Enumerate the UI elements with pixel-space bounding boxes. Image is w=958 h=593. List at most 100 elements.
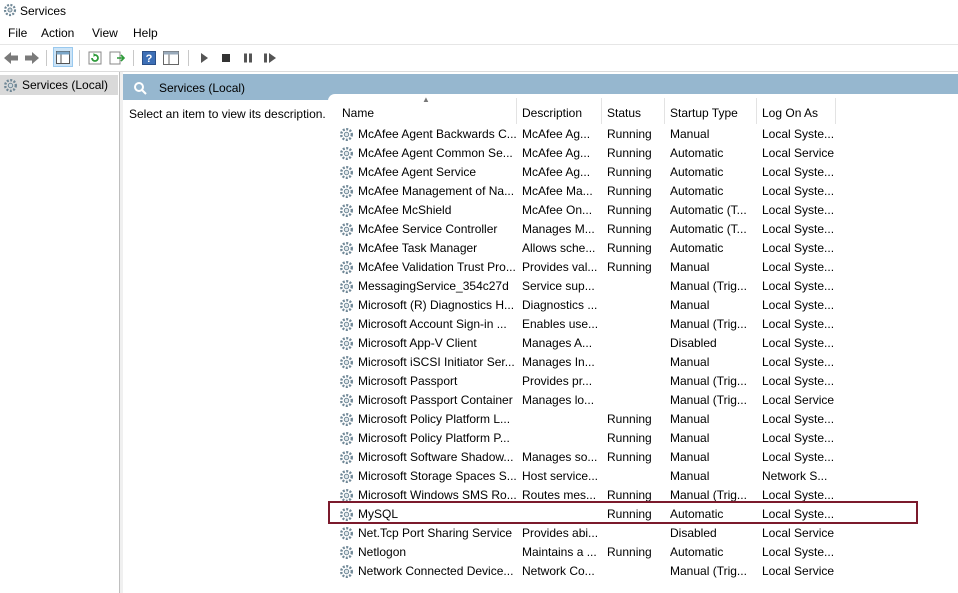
service-name: Microsoft Account Sign-in ... (358, 317, 507, 331)
service-logon-as: Local Syste... (762, 127, 835, 141)
service-row[interactable]: Microsoft Passport Container Manages lo..… (328, 391, 958, 410)
service-startup-type: Disabled (670, 336, 717, 350)
service-row[interactable]: McAfee Service Controller Manages M... Run… (328, 220, 958, 239)
service-status: Running (607, 260, 652, 274)
service-gear-icon (339, 146, 354, 164)
column-header-status[interactable]: Status (607, 106, 641, 120)
service-gear-icon (339, 469, 354, 487)
show-hide-tree-icon[interactable] (53, 47, 73, 67)
service-row[interactable]: Microsoft Policy Platform L... Running Man… (328, 410, 958, 429)
start-icon[interactable] (195, 49, 213, 67)
svg-text:?: ? (146, 53, 153, 65)
service-status: Running (607, 488, 652, 502)
column-header-name[interactable]: Name (342, 106, 374, 120)
service-row[interactable]: McAfee Agent Backwards C... McAfee Ag... R… (328, 125, 958, 144)
service-logon-as: Local Syste... (762, 412, 835, 426)
menu-action[interactable]: Action (41, 26, 74, 40)
service-logon-as: Local Syste... (762, 355, 835, 369)
service-logon-as: Local Syste... (762, 222, 835, 236)
service-startup-type: Manual (Trig... (670, 279, 747, 293)
services-gear-icon (3, 78, 18, 96)
service-name: Microsoft App-V Client (358, 336, 477, 350)
refresh-icon[interactable] (86, 49, 104, 67)
service-row[interactable]: Microsoft iSCSI Initiator Ser... Manages … (328, 353, 958, 372)
service-name: Microsoft Policy Platform P... (358, 431, 510, 445)
service-gear-icon (339, 260, 354, 278)
service-row[interactable]: McAfee Validation Trust Pro... Provides v… (328, 258, 958, 277)
service-gear-icon (339, 127, 354, 145)
column-header-log-on-as[interactable]: Log On As (762, 106, 818, 120)
service-description: McAfee Ma... (522, 184, 593, 198)
service-name: McAfee Validation Trust Pro... (358, 260, 516, 274)
service-status: Running (607, 146, 652, 160)
service-name: Microsoft Software Shadow... (358, 450, 514, 464)
column-header-description[interactable]: Description (522, 106, 582, 120)
service-logon-as: Local Syste... (762, 336, 835, 350)
menu-view[interactable]: View (92, 26, 118, 40)
service-row[interactable]: Microsoft Storage Spaces S... Host servic… (328, 467, 958, 486)
service-logon-as: Local Syste... (762, 431, 835, 445)
service-name: McAfee McShield (358, 203, 452, 217)
service-row[interactable]: Microsoft Account Sign-in ... Enables use… (328, 315, 958, 334)
service-row[interactable]: Microsoft (R) Diagnostics H... Diagnostic… (328, 296, 958, 315)
service-gear-icon (339, 298, 354, 316)
service-status: Running (607, 412, 652, 426)
service-startup-type: Automatic (T... (670, 203, 747, 217)
service-status: Running (607, 222, 652, 236)
service-startup-type: Automatic (670, 241, 724, 255)
console-tree: Services (Local) (0, 72, 120, 593)
service-row[interactable]: Network Connected Device... Network Co...… (328, 562, 958, 581)
service-gear-icon (339, 336, 354, 354)
properties-icon[interactable] (162, 49, 180, 67)
service-row[interactable]: Microsoft App-V Client Manages A... Disabl… (328, 334, 958, 353)
service-row[interactable]: McAfee Agent Service McAfee Ag... Running A… (328, 163, 958, 182)
window-title: Services (20, 4, 67, 18)
service-gear-icon (339, 203, 354, 221)
service-row[interactable]: Microsoft Policy Platform P... Running Man… (328, 429, 958, 448)
pause-icon[interactable] (239, 49, 257, 67)
service-startup-type: Manual (670, 431, 710, 445)
pane-header-title: Services (Local) (159, 81, 246, 95)
sort-ascending-icon: ▲ (422, 95, 430, 104)
service-status: Running (607, 450, 652, 464)
service-row[interactable]: McAfee Agent Common Se... McAfee Ag... Run… (328, 144, 958, 163)
service-description: Allows sche... (522, 241, 596, 255)
service-row[interactable]: MessagingService_354c27d Service sup... Ma… (328, 277, 958, 296)
tree-item-services-local[interactable]: Services (Local) (0, 75, 118, 95)
service-description: Manages M... (522, 222, 595, 236)
service-name: Network Connected Device... (358, 564, 514, 578)
service-logon-as: Local Syste... (762, 374, 835, 388)
service-logon-as: Local Syste... (762, 184, 835, 198)
service-gear-icon (339, 165, 354, 183)
service-startup-type: Disabled (670, 526, 717, 540)
service-gear-icon (339, 184, 354, 202)
service-startup-type: Manual (670, 355, 710, 369)
stop-icon[interactable] (217, 49, 235, 67)
forward-arrow-icon[interactable] (23, 49, 41, 67)
service-description: Manages In... (522, 355, 595, 369)
service-row[interactable]: McAfee Management of Na... McAfee Ma... Ru… (328, 182, 958, 201)
service-row[interactable]: Microsoft Software Shadow... Manages so..… (328, 448, 958, 467)
service-name: Net.Tcp Port Sharing Service (358, 526, 513, 540)
export-list-icon[interactable] (108, 49, 126, 67)
service-logon-as: Local Syste... (762, 279, 835, 293)
service-name: Microsoft Policy Platform L... (358, 412, 511, 426)
help-icon[interactable]: ? (140, 49, 158, 67)
search-icon (133, 81, 147, 98)
column-header-startup-type[interactable]: Startup Type (670, 106, 738, 120)
service-row[interactable]: McAfee McShield McAfee On... Running Automa… (328, 201, 958, 220)
service-row[interactable]: Microsoft Passport Provides pr... Manual (… (328, 372, 958, 391)
service-row[interactable]: Netlogon Maintains a ... Running Automatic L… (328, 543, 958, 562)
service-row[interactable]: Net.Tcp Port Sharing Service Provides abi… (328, 524, 958, 543)
service-row[interactable]: McAfee Task Manager Allows sche... Running… (328, 239, 958, 258)
service-startup-type: Manual (670, 260, 710, 274)
restart-icon[interactable] (261, 49, 279, 67)
service-startup-type: Manual (670, 298, 710, 312)
service-description: Manages so... (522, 450, 598, 464)
menu-file[interactable]: File (8, 26, 27, 40)
description-text: Select an item to view its description. (129, 107, 326, 121)
menu-help[interactable]: Help (133, 26, 158, 40)
service-name: McAfee Service Controller (358, 222, 498, 236)
back-arrow-icon[interactable] (2, 49, 20, 67)
service-name: Microsoft Storage Spaces S... (358, 469, 516, 483)
